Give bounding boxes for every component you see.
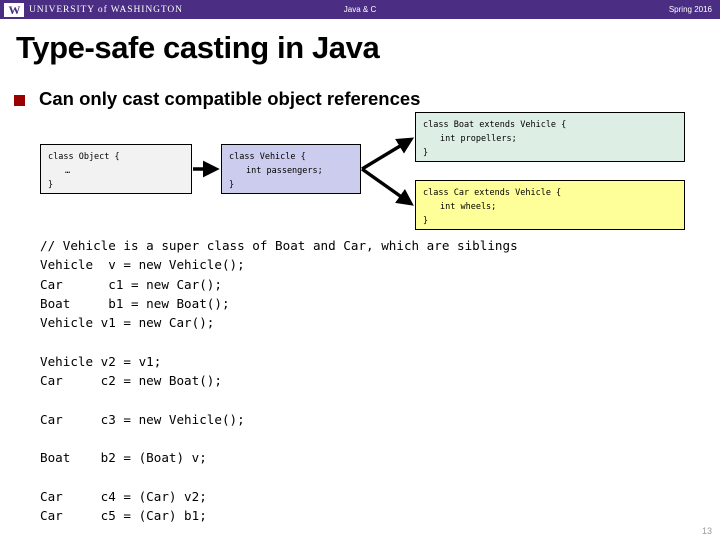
class-box-vehicle-line2: int passengers; (246, 166, 323, 176)
class-box-boat: class Boat extends Vehicle { int propelle… (415, 112, 685, 162)
class-box-boat-line3: } (423, 148, 429, 158)
class-box-object-line3: } (48, 180, 54, 190)
page-title: Type-safe casting in Java (16, 30, 380, 65)
course-label: Java & C (343, 5, 377, 14)
class-box-object: class Object { …} (40, 144, 192, 194)
class-box-car-line3: } (423, 216, 429, 226)
class-box-object-line1: class Object { (48, 152, 120, 162)
class-box-vehicle: class Vehicle { int passengers;} (221, 144, 361, 194)
code-line: Boat b2 = (Boat) v; (40, 450, 207, 466)
class-box-vehicle-line3: } (229, 180, 235, 190)
code-line: // Vehicle is a super class of Boat and … (40, 238, 518, 253)
code-line: Vehicle v1 = new Car(); (40, 315, 215, 331)
class-box-car-line2: int wheels; (440, 202, 497, 212)
code-line: Car c3 = new Vehicle(); (40, 411, 245, 427)
header-bar: W UNIVERSITY of WASHINGTON Java & C Spri… (0, 0, 720, 19)
term-label: Spring 2016 (668, 5, 712, 14)
arrow-vehicle-to-boat (361, 137, 415, 171)
code-line: Vehicle v = new Vehicle(); (40, 257, 245, 273)
class-box-boat-line1: class Boat extends Vehicle { (423, 120, 567, 130)
class-box-vehicle-line1: class Vehicle { (229, 152, 306, 162)
code-block: // Vehicle is a super class of Boat and … (40, 236, 518, 525)
page-number: 13 (701, 526, 712, 536)
code-line: Car c4 = (Car) v2; (40, 488, 207, 504)
arrow-vehicle-to-car (361, 167, 414, 206)
square-bullet-icon (14, 95, 25, 106)
class-box-car-line1: class Car extends Vehicle { (423, 188, 562, 198)
code-line: Vehicle v2 = v1; (40, 353, 162, 369)
code-line: Car c1 = new Car(); (40, 276, 222, 292)
code-line: Boat b1 = new Boat(); (40, 295, 230, 311)
class-box-object-line2: … (65, 166, 71, 176)
class-box-car: class Car extends Vehicle { int wheels;} (415, 180, 685, 230)
code-line: Car c2 = new Boat(); (40, 373, 222, 389)
class-box-boat-line2: int propellers; (440, 134, 517, 144)
bullet-item-label: Can only cast compatible object referenc… (39, 88, 421, 109)
bullet-item: Can only cast compatible object referenc… (14, 88, 420, 110)
code-line: Car c5 = (Car) b1; (40, 508, 207, 524)
